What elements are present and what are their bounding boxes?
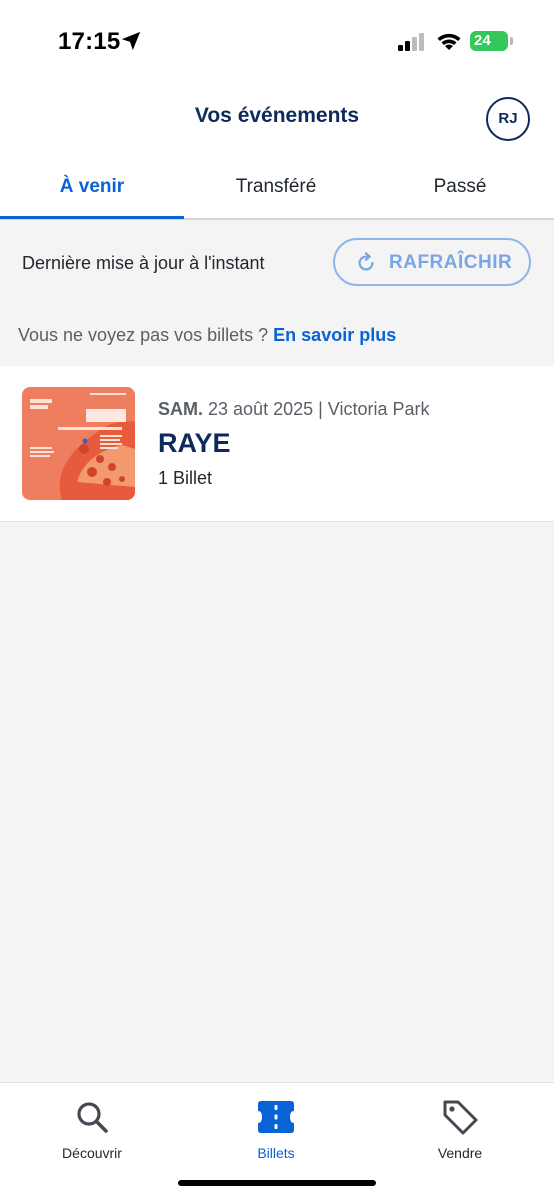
status-time: 17:15 — [58, 28, 121, 55]
nav-sell-label: Vendre — [437, 1145, 483, 1161]
missing-tickets-text: Vous ne voyez pas vos billets ? — [18, 325, 269, 345]
event-date-location: 23 août 2025 | Victoria Park — [208, 399, 430, 419]
status-bar: 17:15 24 — [0, 0, 554, 80]
nav-sell[interactable]: Vendre — [368, 1083, 552, 1173]
nav-tickets-label: Billets — [257, 1145, 295, 1161]
tag-icon — [443, 1100, 478, 1135]
cellular-signal-icon — [398, 33, 424, 51]
ticket-icon — [258, 1101, 294, 1133]
home-indicator — [178, 1180, 376, 1186]
tab-upcoming[interactable]: À venir — [0, 160, 184, 218]
avatar[interactable]: RJ — [486, 97, 530, 141]
nav-discover[interactable]: Découvrir — [0, 1083, 184, 1173]
location-arrow-icon — [121, 31, 141, 51]
battery-cap — [510, 37, 513, 45]
app-header: Vos événements RJ — [0, 80, 554, 160]
event-card[interactable]: SAM. 23 août 2025 | Victoria Park RAYE 1… — [0, 366, 554, 522]
page-title: Vos événements — [194, 104, 360, 127]
event-ticket-count: 1 Billet — [158, 468, 213, 488]
search-icon — [77, 1102, 108, 1133]
refresh-icon — [358, 252, 374, 271]
refresh-button-label: RAFRAÎCHIR — [389, 252, 513, 273]
event-title: RAYE — [158, 428, 231, 458]
event-day: SAM. — [158, 399, 203, 419]
refresh-row: Dernière mise à jour à l'instant RAFRAÎC… — [0, 222, 554, 306]
tab-transferred[interactable]: Transféré — [184, 160, 368, 218]
tab-past[interactable]: Passé — [368, 160, 552, 218]
tab-bar: À venir Transféré Passé — [0, 160, 554, 220]
active-tab-indicator — [0, 216, 184, 219]
battery-level: 24 — [474, 32, 491, 49]
nav-tickets[interactable]: Billets — [184, 1083, 368, 1173]
learn-more-link[interactable]: En savoir plus — [273, 325, 396, 345]
refresh-button[interactable]: RAFRAÎCHIR — [333, 238, 531, 286]
event-date-venue: SAM. 23 août 2025 | Victoria Park — [158, 399, 430, 420]
battery-charging-icon: 24 — [470, 31, 508, 51]
last-update-text: Dernière mise à jour à l'instant — [22, 253, 265, 273]
wifi-icon — [437, 33, 461, 50]
event-poster-image — [22, 387, 135, 500]
event-poster-art — [22, 387, 135, 500]
nav-discover-label: Découvrir — [62, 1145, 122, 1161]
missing-tickets-info: Vous ne voyez pas vos billets ? En savoi… — [18, 325, 396, 346]
